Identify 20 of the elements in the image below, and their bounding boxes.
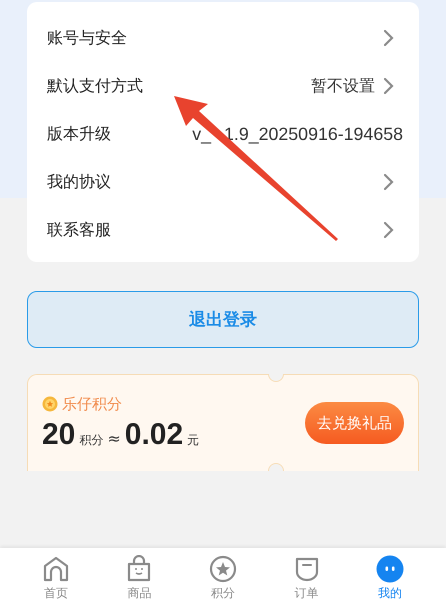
points-card: 乐仔积分 20 积分 ≈0.02 元 去兑换礼品 bbox=[27, 374, 419, 471]
ticket-notch bbox=[268, 374, 284, 382]
redeem-button[interactable]: 去兑换礼品 bbox=[305, 402, 404, 444]
nav-tab[interactable]: 订单 bbox=[276, 548, 337, 609]
settings-row[interactable]: 版本升级 v_ 1.9_20250916-194658 bbox=[27, 110, 419, 158]
profile-icon bbox=[376, 555, 404, 583]
coin-icon bbox=[42, 396, 58, 412]
ticket-notch bbox=[268, 463, 284, 471]
logout-button[interactable]: 退出登录 bbox=[27, 291, 419, 348]
settings-row[interactable]: 联系客服 bbox=[27, 206, 419, 254]
nav-tab[interactable]: 首页 bbox=[26, 548, 86, 609]
version-text: 1.9_20250916-194658 bbox=[224, 124, 403, 144]
nav-tab[interactable]: 我的 bbox=[360, 548, 420, 609]
settings-row[interactable]: 我的协议 bbox=[27, 158, 419, 206]
nav-tab[interactable]: 积分 bbox=[192, 548, 253, 609]
home-icon bbox=[42, 555, 70, 583]
settings-row[interactable]: 账号与安全 bbox=[27, 14, 419, 62]
version-text: v_ bbox=[192, 124, 212, 144]
nav-tab[interactable]: 商品 bbox=[109, 548, 170, 609]
settings-row[interactable]: 默认支付方式 暂不设置 bbox=[27, 62, 419, 110]
